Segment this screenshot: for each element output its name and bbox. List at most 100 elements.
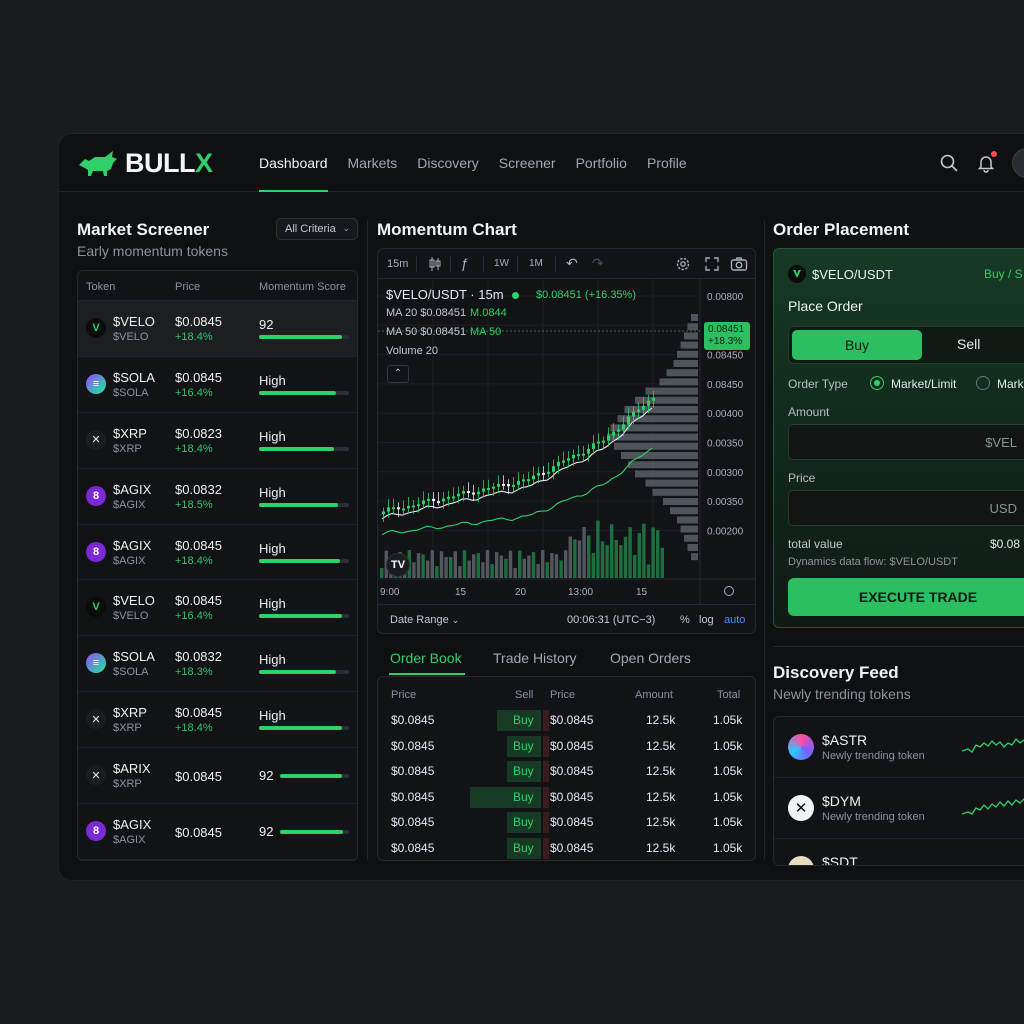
order-type-market-radio[interactable] <box>976 376 990 390</box>
volume-profile-bar <box>687 323 698 331</box>
volume-bar <box>499 555 503 578</box>
volume-profile-bar <box>621 452 698 459</box>
momentum-bar <box>259 614 349 619</box>
momentum-bar-fill <box>259 670 337 675</box>
tab-open-orders[interactable]: Open Orders <box>610 650 691 666</box>
candle-body <box>617 429 620 432</box>
table-row[interactable]: ✕ $XRP $XRP $0.0845 +18.4% High <box>78 692 357 749</box>
order-book-row[interactable]: $0.0845 Buy $0.0845 12.5k 1.05k <box>378 835 755 860</box>
interval-1m-button[interactable]: 1M <box>529 258 543 269</box>
table-row[interactable]: ✕ $XRP $XRP $0.0823 +18.4% High <box>78 413 357 469</box>
volume-bar <box>439 551 444 578</box>
momentum-score: High <box>259 540 286 556</box>
volume-bar <box>619 545 623 578</box>
order-book-table: Price Sell Price Amount Total $0.0845 Buy… <box>377 676 756 861</box>
table-row[interactable]: ≡ $SOLA $SOLA $0.0845 +16.4% High <box>78 357 357 413</box>
order-type-market-limit-radio[interactable] <box>870 376 884 390</box>
tab-order-book[interactable]: Order Book <box>390 650 462 666</box>
order-book-row[interactable]: $0.0845 Buy $0.0845 12.5k 1.05k <box>378 784 755 810</box>
order-book-row[interactable]: $0.0845 Buy $0.0845 12.5k 1.05k <box>378 707 755 733</box>
table-row[interactable]: 8 $AGIX $AGIX $0.0845 92 <box>78 804 357 860</box>
token-price: $0.0845 <box>175 314 222 329</box>
settings-gear-icon[interactable] <box>675 256 691 272</box>
token-subtitle: $XRP <box>113 442 142 455</box>
candle-body <box>552 466 555 472</box>
candle-body <box>427 498 430 501</box>
undo-icon[interactable]: ↶ <box>566 255 578 272</box>
table-row[interactable]: 8 $AGIX $AGIX $0.0832 +18.5% High <box>78 469 357 525</box>
nav-profile[interactable]: Profile <box>637 134 697 192</box>
bid-price: $0.0845 <box>391 713 435 727</box>
agix-icon: 8 <box>86 541 106 562</box>
nav-dashboard[interactable]: Dashboard <box>249 134 338 192</box>
table-row[interactable]: V $VELO $VELO $0.0845 +16.4% High <box>78 580 357 637</box>
criteria-value: All Criteria <box>285 223 336 235</box>
amount-input[interactable]: $VEL <box>788 424 1024 460</box>
candle-body <box>477 491 480 495</box>
buy-tab[interactable]: Buy <box>792 330 922 360</box>
token-change: +16.4% <box>175 610 213 623</box>
order-mode-toggle[interactable]: Buy / S <box>984 267 1023 281</box>
bull-logo-icon <box>79 150 117 176</box>
table-row[interactable]: ≡ $SOLA $SOLA $0.0832 +18.3% High <box>78 636 357 693</box>
redo-icon[interactable]: ↷ <box>592 255 604 272</box>
camera-icon[interactable] <box>730 256 748 272</box>
ask-price: $0.0845 <box>550 815 594 830</box>
side-buy: Buy <box>513 840 534 855</box>
order-book-row[interactable]: $0.0845 Buy $0.0845 12.5k 1.05k <box>378 809 755 835</box>
momentum-bar <box>259 390 349 395</box>
momentum-score: High <box>259 372 286 388</box>
tab-trade-history[interactable]: Trade History <box>493 650 577 666</box>
price-input[interactable]: USD <box>788 490 1024 526</box>
order-book-row[interactable]: $0.0845 Buy $0.0845 12.5k 1.05k <box>378 758 755 784</box>
side-buy: Buy <box>513 789 534 804</box>
column-header-amount: Amount <box>635 689 673 701</box>
candle-body <box>542 472 545 475</box>
dym-icon: ✕ <box>788 795 814 821</box>
nav-portfolio[interactable]: Portfolio <box>566 134 637 192</box>
volume-bar <box>527 555 531 578</box>
date-range-button[interactable]: Date Range ⌄ <box>390 614 459 626</box>
xrp-icon: ✕ <box>86 709 106 730</box>
search-icon[interactable] <box>939 153 959 173</box>
log-toggle[interactable]: log <box>699 614 714 626</box>
auto-toggle[interactable]: auto <box>724 614 745 626</box>
token-symbol: $SOLA <box>113 649 155 665</box>
notifications-button[interactable] <box>976 151 997 173</box>
sell-tab[interactable]: Sell <box>957 336 980 352</box>
token-subtitle: $SOLA <box>113 386 149 399</box>
candles-icon[interactable] <box>428 256 442 272</box>
timeframe-button[interactable]: 15m <box>387 258 408 270</box>
order-pair: $VELO/USDT <box>812 267 893 282</box>
table-row[interactable]: V $VELO $VELO $0.0845 +18.4% 92 <box>78 301 357 357</box>
order-book-row[interactable]: $0.0845 Buy $0.0845 12.5k 1.05k <box>378 733 755 759</box>
side-buy: Buy <box>513 738 534 753</box>
candle-body <box>382 511 385 514</box>
fullscreen-icon[interactable] <box>704 256 720 272</box>
discovery-item[interactable]: ✕ $DYM Newly trending token <box>774 778 1024 839</box>
bid-price: $0.0845 <box>391 738 435 753</box>
execute-trade-button[interactable]: EXECUTE TRADE <box>788 578 1024 616</box>
table-row[interactable]: 8 $AGIX $AGIX $0.0845 +18.4% High <box>78 525 357 581</box>
discovery-item[interactable]: $SDT <box>774 839 1024 865</box>
nav-markets[interactable]: Markets <box>338 134 408 192</box>
nav-discovery[interactable]: Discovery <box>407 134 488 192</box>
momentum-score: High <box>259 652 286 668</box>
ma50-line <box>381 447 653 536</box>
criteria-dropdown[interactable]: All Criteria ⌄ <box>276 218 358 240</box>
discovery-item[interactable]: $ASTR Newly trending token <box>774 717 1024 778</box>
discovery-title: Discovery Feed <box>773 663 899 682</box>
nav-screener[interactable]: Screener <box>489 134 566 192</box>
table-row[interactable]: ✕ $ARIX $XRP $0.0845 92 <box>78 748 357 805</box>
interval-1w-button[interactable]: 1W <box>494 258 509 269</box>
order-type-market-label: Mark <box>997 377 1024 391</box>
candle-body <box>537 472 540 476</box>
collapse-legend-button[interactable]: ⌃ <box>387 365 409 383</box>
volume-bar <box>587 535 591 578</box>
avatar[interactable] <box>1012 148 1024 178</box>
brand-logo[interactable]: BULLX <box>77 148 213 179</box>
percent-toggle[interactable]: % <box>680 614 690 626</box>
order-placement-panel: $VELO/USDT Buy / S Place Order Buy Sell … <box>773 248 1024 628</box>
indicators-icon[interactable]: ƒ <box>461 255 469 271</box>
candle-body <box>562 460 565 463</box>
